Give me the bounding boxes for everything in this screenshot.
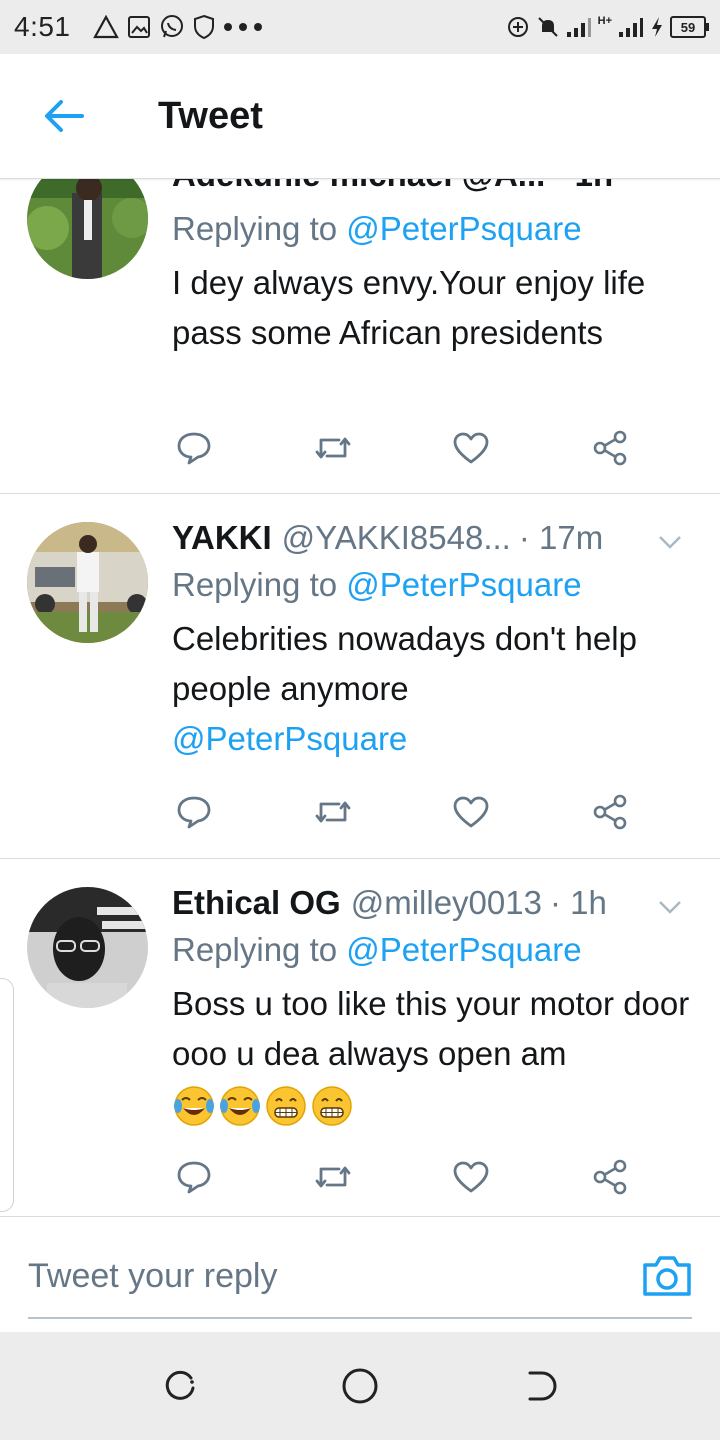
emoji-row: [172, 1084, 354, 1128]
notification-icons: [92, 14, 263, 40]
chevron-down-icon: [659, 536, 681, 549]
tweet-header: Ethical OG @milley0013 · 1h: [172, 881, 696, 925]
network-type: H+: [597, 15, 612, 27]
heart-icon: [453, 1161, 489, 1193]
tweet-text: Celebrities nowadays don't help people a…: [172, 620, 637, 757]
input-underline: [28, 1317, 692, 1319]
reply-mention-link[interactable]: @PeterPsquare: [346, 931, 581, 968]
retweet-button[interactable]: [311, 1157, 355, 1197]
tweet-time: · 1h: [549, 884, 607, 921]
heart-icon: [453, 796, 489, 828]
warning-icon: [92, 15, 119, 39]
share-button[interactable]: [588, 1157, 632, 1197]
author-name[interactable]: Ethical OG: [172, 881, 341, 925]
heart-icon: [453, 432, 489, 464]
home-button[interactable]: [336, 1362, 384, 1410]
tweet-actions: [172, 792, 632, 832]
reply-mention-link[interactable]: @PeterPsquare: [346, 210, 581, 247]
edge-panel-handle[interactable]: [0, 978, 14, 1212]
reply-feed[interactable]: Adekunle michael @A... · 1h Replying to …: [0, 178, 720, 1216]
reply-mention-link[interactable]: @PeterPsquare: [346, 566, 581, 603]
back-button[interactable]: [34, 86, 94, 146]
grinning-emoji: [312, 1086, 352, 1127]
recent-apps-icon: [165, 1370, 195, 1400]
tweet-time: · 17m: [518, 519, 604, 556]
tweet-author-cut: Adekunle michael @A... · 1h: [172, 178, 613, 194]
image-icon: [127, 16, 150, 38]
chevron-down-icon: [659, 901, 681, 914]
retweet-icon: [315, 1166, 351, 1188]
share-icon: [593, 430, 627, 466]
mute-icon: [537, 17, 558, 37]
home-icon: [342, 1368, 378, 1404]
page-title: Tweet: [158, 94, 263, 137]
tweet-menu-button[interactable]: [658, 516, 682, 560]
comment-icon: [177, 432, 211, 465]
tweet-actions: [172, 1157, 632, 1197]
reply-button[interactable]: [172, 1157, 216, 1197]
share-button[interactable]: [588, 428, 632, 468]
share-icon: [593, 1159, 627, 1195]
tweet-text: I dey always envy.Your enjoy life pass s…: [172, 264, 646, 351]
system-nav-bar: [0, 1332, 720, 1440]
tweet-actions: [172, 428, 632, 468]
tweet-item[interactable]: YAKKI @YAKKI8548... · 17m Replying to @P…: [0, 494, 720, 859]
tweet-text: Boss u too like this your motor door ooo…: [172, 979, 692, 1129]
laughing-tears-emoji: [220, 1086, 260, 1127]
app-header: Tweet: [0, 54, 720, 179]
more-dots-icon: [223, 23, 262, 31]
recent-apps-button[interactable]: [156, 1362, 204, 1410]
whatsapp-icon: [160, 15, 183, 38]
tweet-menu-button[interactable]: [658, 881, 682, 925]
author-handle[interactable]: @YAKKI8548...: [282, 516, 511, 560]
author-handle[interactable]: @milley0013: [351, 881, 542, 925]
signal-icon: [566, 18, 591, 37]
tweet-item[interactable]: Adekunle michael @A... · 1h Replying to …: [0, 178, 720, 494]
reply-button[interactable]: [172, 792, 216, 832]
arrow-left-icon: [45, 100, 84, 132]
camera-icon: [643, 1256, 691, 1296]
data-saver-icon: [507, 17, 528, 37]
replying-to: Replying to @PeterPsquare: [172, 931, 582, 968]
author-name[interactable]: YAKKI: [172, 516, 272, 560]
comment-icon: [177, 1161, 211, 1194]
retweet-icon: [315, 437, 351, 459]
grinning-emoji: [266, 1086, 306, 1127]
battery-icon: 59: [670, 16, 709, 38]
tweet-item[interactable]: Ethical OG @milley0013 · 1h Replying to …: [0, 859, 720, 1216]
replying-to: Replying to @PeterPsquare: [172, 566, 582, 603]
reply-button[interactable]: [172, 428, 216, 468]
replying-to: Replying to @PeterPsquare: [172, 210, 582, 247]
avatar[interactable]: [27, 887, 148, 1008]
back-nav-button[interactable]: [516, 1362, 564, 1410]
camera-button[interactable]: [640, 1249, 694, 1303]
back-icon: [528, 1371, 557, 1401]
share-icon: [593, 794, 627, 830]
signal-icon: [619, 18, 643, 37]
retweet-button[interactable]: [311, 428, 355, 468]
share-button[interactable]: [588, 792, 632, 832]
status-bar: 4:51 H+ 59: [0, 0, 720, 54]
avatar[interactable]: [27, 522, 148, 643]
avatar[interactable]: [27, 178, 148, 279]
retweet-icon: [315, 801, 351, 823]
like-button[interactable]: [449, 1157, 493, 1197]
shield-icon: [193, 14, 214, 40]
tweet-mention-link[interactable]: @PeterPsquare: [172, 720, 407, 757]
reply-composer: Tweet your reply: [0, 1216, 720, 1333]
comment-icon: [177, 796, 211, 829]
charging-icon: [652, 17, 662, 37]
like-button[interactable]: [449, 428, 493, 468]
retweet-button[interactable]: [311, 792, 355, 832]
laughing-tears-emoji: [174, 1086, 214, 1127]
like-button[interactable]: [449, 792, 493, 832]
reply-input[interactable]: Tweet your reply: [28, 1257, 628, 1296]
system-icons: H+ 59: [506, 15, 709, 39]
tweet-header: YAKKI @YAKKI8548... · 17m: [172, 516, 696, 560]
status-time: 4:51: [14, 11, 71, 42]
